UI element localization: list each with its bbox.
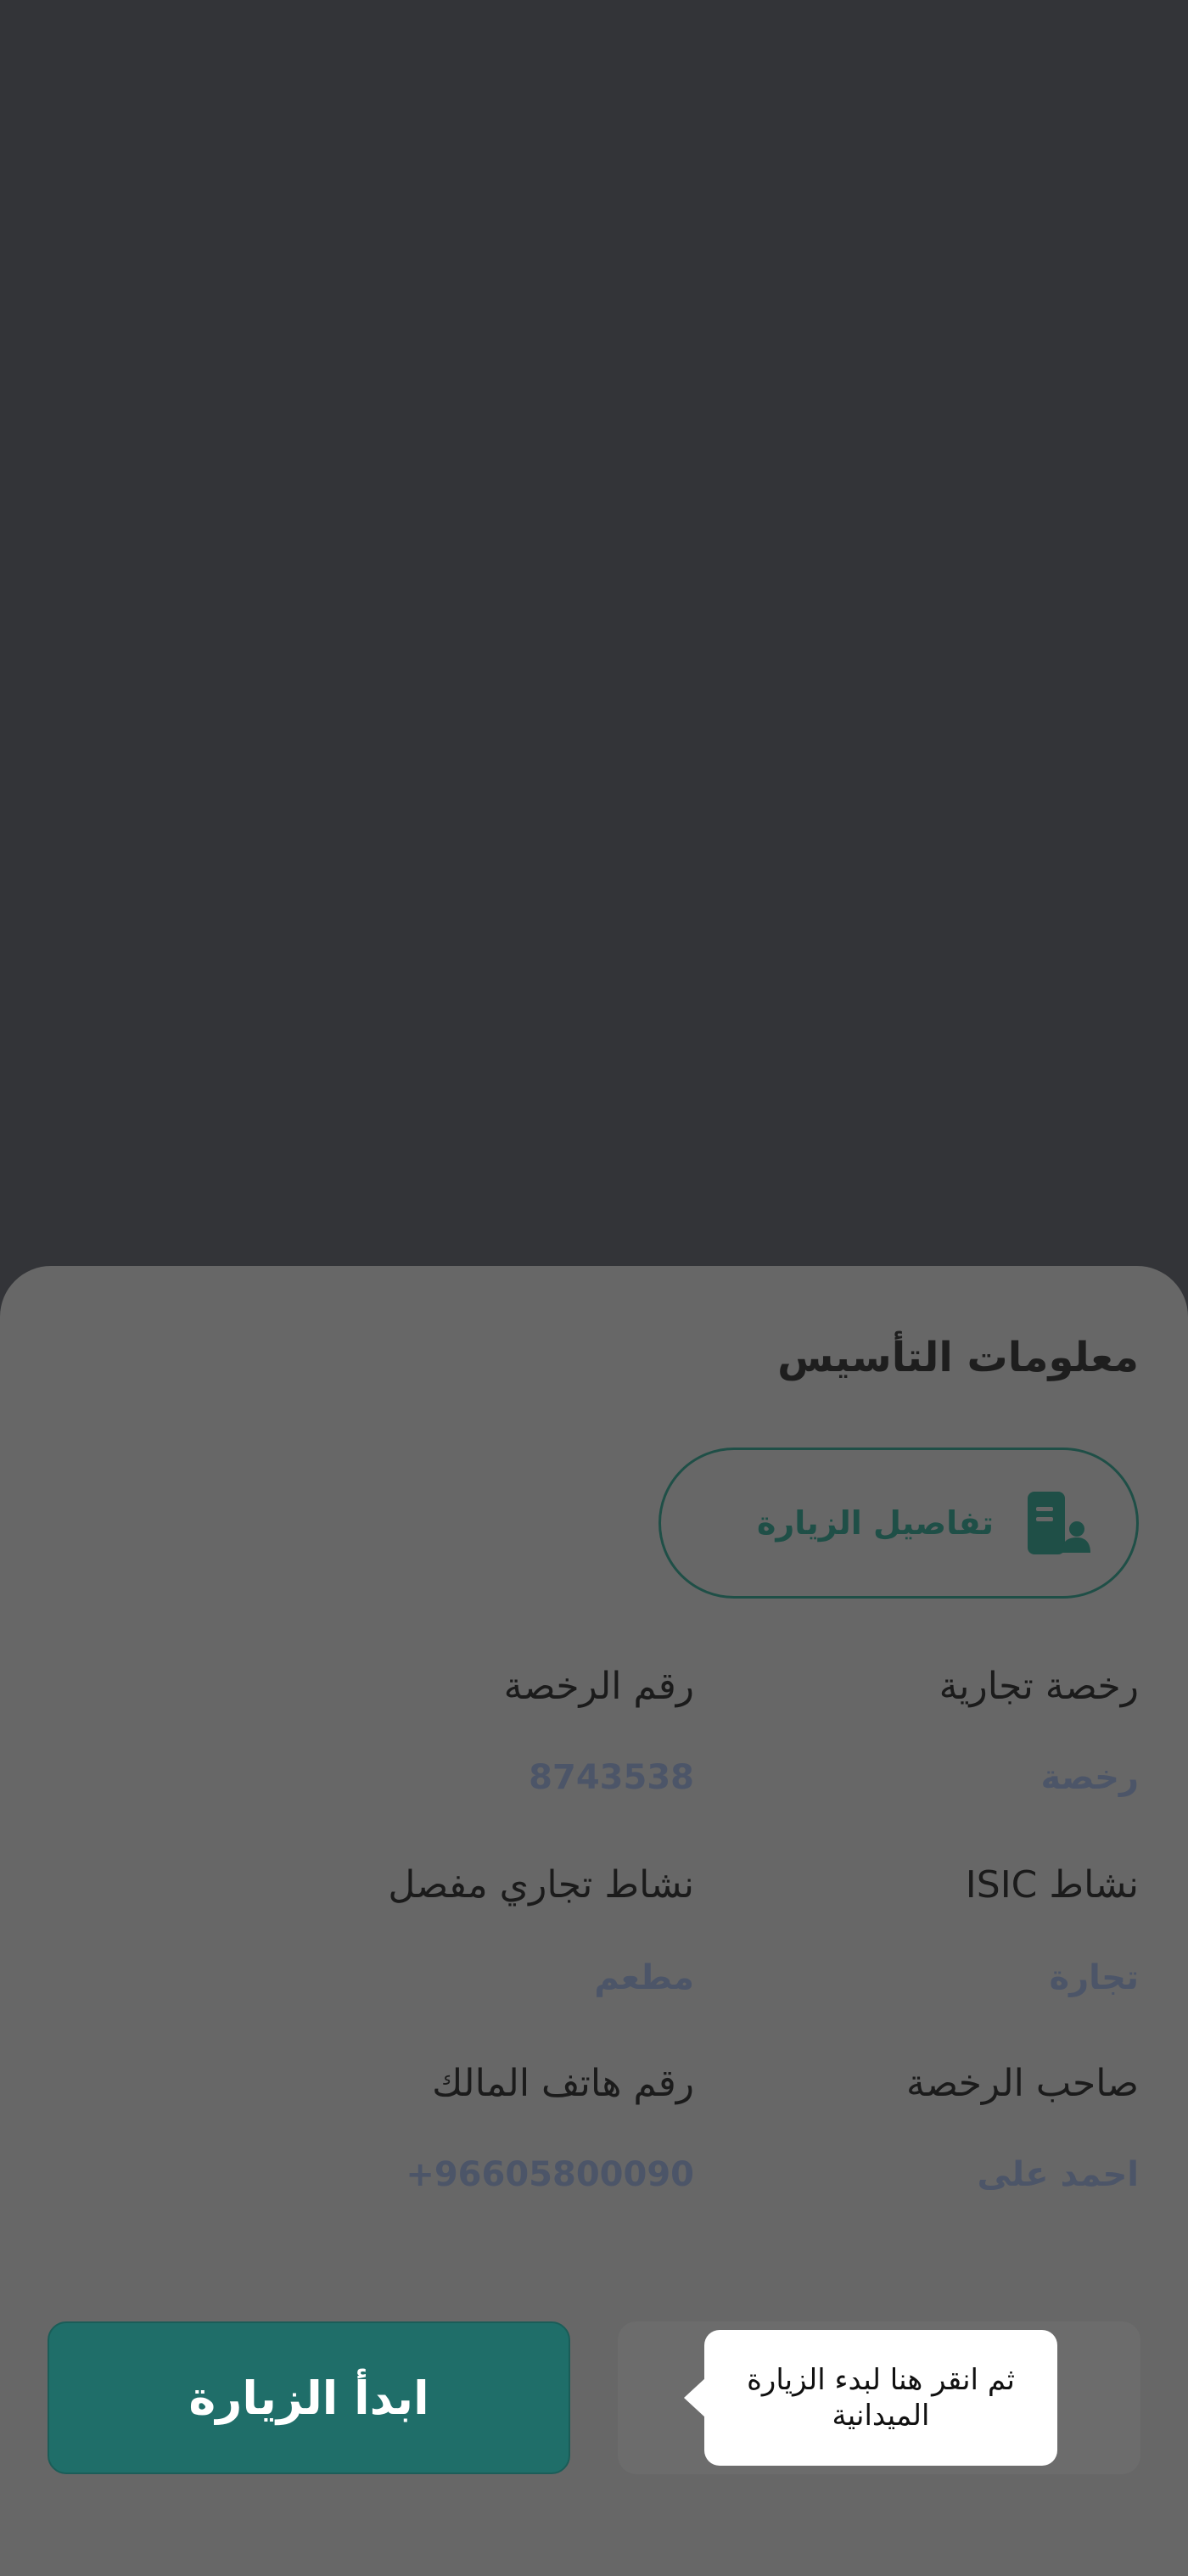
field-value-license-owner: احمد على — [977, 2155, 1139, 2194]
tooltip-text: ثم انقر هنا لبدء الزيارة الميدانية — [747, 2362, 1015, 2433]
field-label-detailed-activity: نشاط تجاري مفصل — [388, 1863, 694, 1907]
field-label-owner-phone: رقم هاتف المالك — [432, 2062, 694, 2105]
field-label-isic-activity: نشاط ISIC — [965, 1863, 1139, 1907]
start-visit-label: ابدأ الزيارة — [188, 2371, 429, 2425]
field-label-license-type: رخصة تجارية — [939, 1665, 1139, 1708]
field-row: رخصة 8743538 — [49, 1758, 1139, 1809]
document-person-icon — [1028, 1492, 1090, 1554]
field-row: احمد على +96605800090 — [49, 2155, 1139, 2206]
onboarding-tooltip: ثم انقر هنا لبدء الزيارة الميدانية — [684, 2330, 1057, 2466]
field-label-license-number: رقم الرخصة — [503, 1665, 694, 1708]
establishment-info-sheet: معلومات التأسيس تفاصيل الزيارة رخصة تجار… — [0, 1266, 1188, 2576]
field-value-isic-activity: تجارة — [1049, 1958, 1139, 1997]
start-visit-button[interactable]: ابدأ الزيارة — [48, 2321, 570, 2474]
sheet-title: معلومات التأسيس — [777, 1334, 1139, 1381]
field-row: تجارة مطعم — [49, 1958, 1139, 2009]
visit-details-label: تفاصيل الزيارة — [756, 1504, 994, 1542]
field-value-license-type: رخصة — [1040, 1758, 1139, 1797]
field-value-detailed-activity: مطعم — [594, 1958, 694, 1997]
field-label-license-owner: صاحب الرخصة — [905, 2062, 1139, 2105]
field-row: رخصة تجارية رقم الرخصة — [49, 1665, 1139, 1716]
field-row: صاحب الرخصة رقم هاتف المالك — [49, 2062, 1139, 2113]
dimmed-backdrop[interactable] — [0, 0, 1188, 1266]
visit-details-button[interactable]: تفاصيل الزيارة — [658, 1448, 1139, 1599]
field-row: نشاط ISIC نشاط تجاري مفصل — [49, 1863, 1139, 1914]
field-value-owner-phone: +96605800090 — [406, 2155, 694, 2194]
field-value-license-number: 8743538 — [529, 1758, 694, 1797]
